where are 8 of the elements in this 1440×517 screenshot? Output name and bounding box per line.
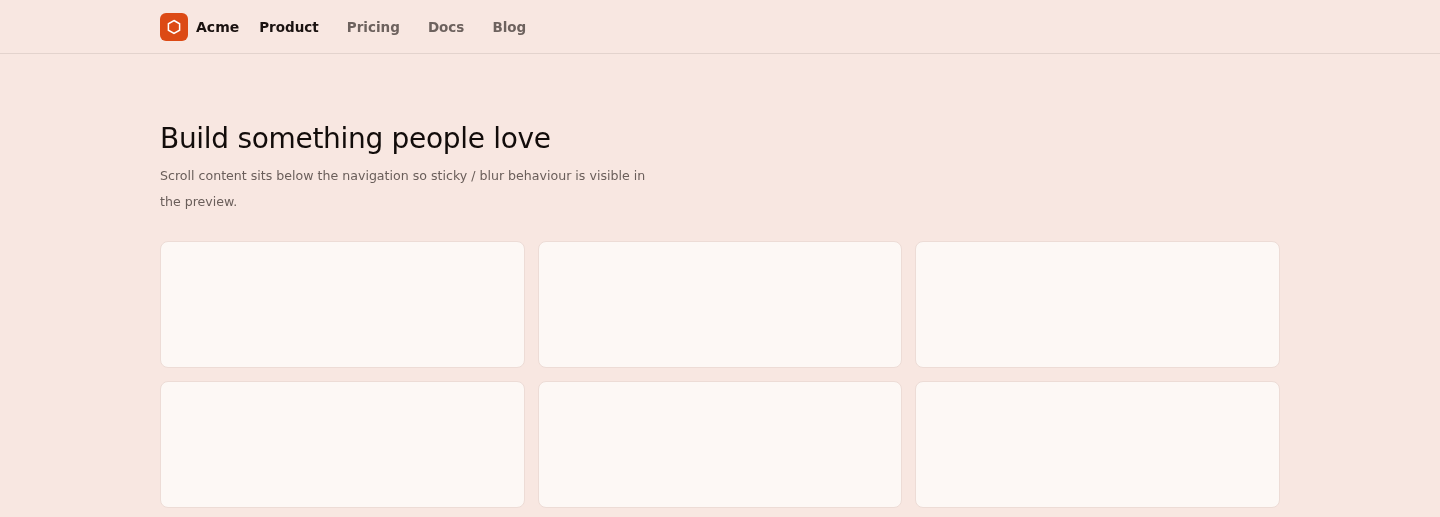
nav-link[interactable]: Pricing bbox=[338, 14, 408, 39]
nav-link[interactable]: Blog bbox=[484, 14, 535, 39]
page-heading: Build something people love bbox=[160, 122, 552, 155]
brand-name: Acme bbox=[196, 18, 240, 35]
logo-icon bbox=[160, 12, 188, 41]
nav-link[interactable]: Docs bbox=[419, 14, 473, 39]
nav-link[interactable]: Product bbox=[251, 14, 327, 39]
intro-paragraph: Scroll content sits below the navigation so sticky / blur behaviour is visible in the preview. bbox=[160, 167, 647, 211]
